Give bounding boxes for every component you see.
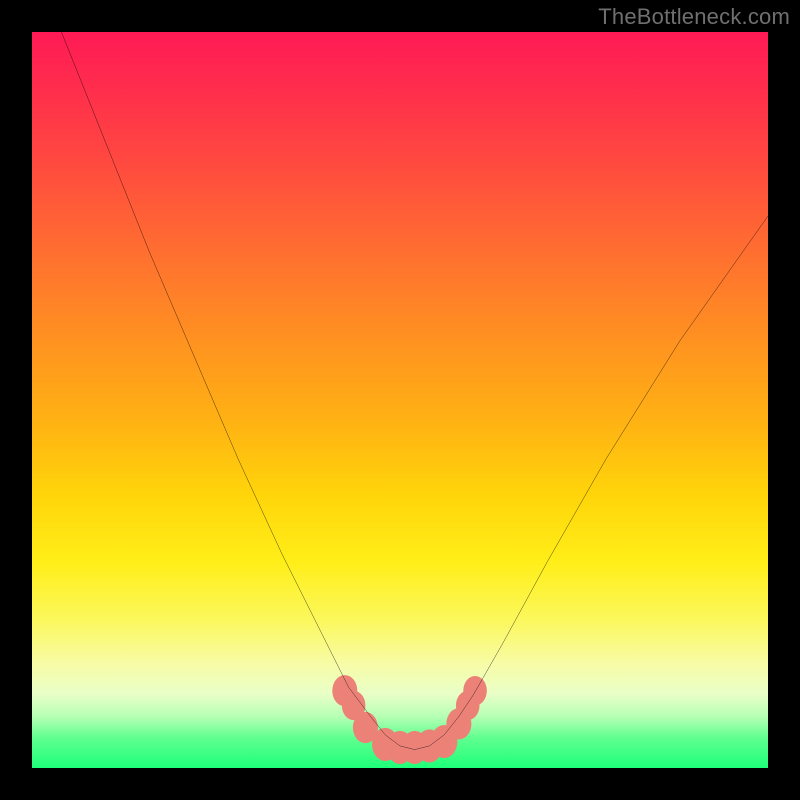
curve-line: [61, 32, 768, 750]
watermark-text: TheBottleneck.com: [598, 4, 790, 30]
plot-svg: [32, 32, 768, 768]
bottom-markers: [332, 675, 487, 764]
plot-area: [32, 32, 768, 768]
chart-frame: TheBottleneck.com: [0, 0, 800, 800]
marker-dot: [463, 676, 487, 705]
